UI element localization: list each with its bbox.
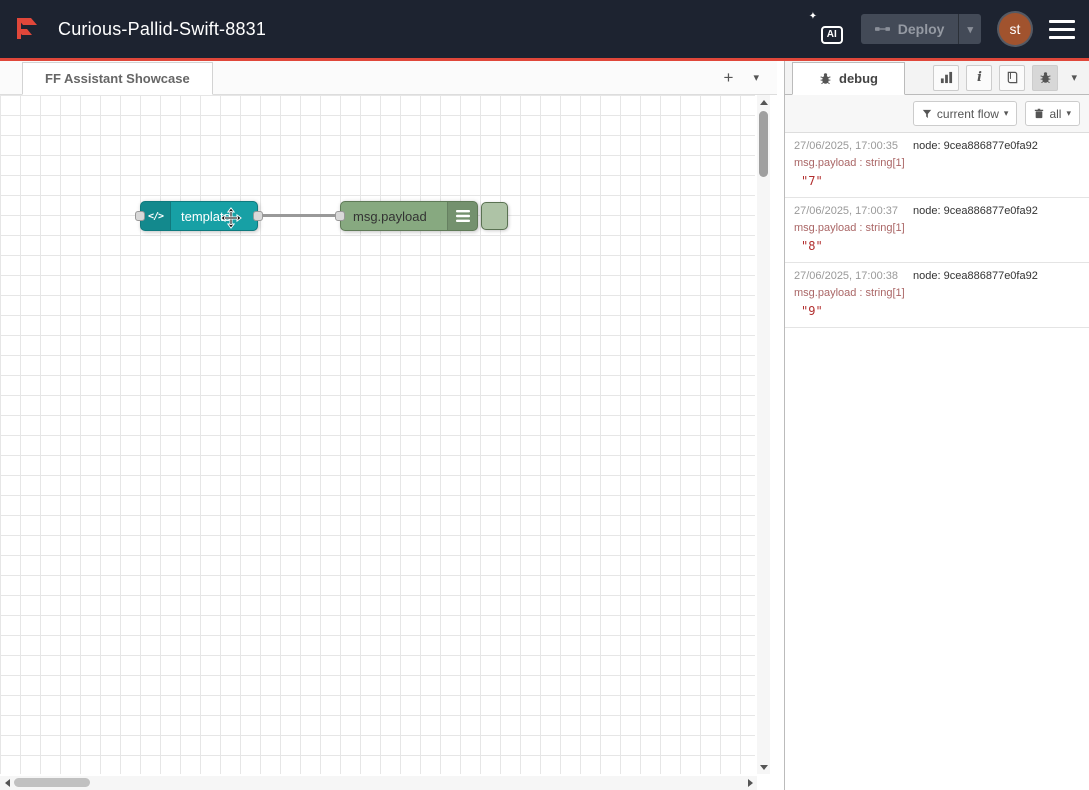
sidebar-tab-help[interactable] xyxy=(999,65,1025,91)
filter-chevron-icon: ▾ xyxy=(1004,108,1009,119)
debug-input-port[interactable] xyxy=(335,211,345,221)
user-avatar[interactable]: st xyxy=(999,13,1031,45)
flowfuse-logo-icon[interactable] xyxy=(14,16,46,42)
deploy-button[interactable]: Deploy ▾ xyxy=(861,14,981,44)
template-node-label: template xyxy=(171,209,241,224)
app-header: Curious-Pallid-Swift-8831 ✦ AI Deploy xyxy=(0,0,1089,58)
debug-node-label: msg.payload xyxy=(341,209,439,224)
message-value: "8" xyxy=(794,239,1080,253)
message-property: msg.payload xyxy=(794,287,856,299)
template-node-iconbox: </> xyxy=(141,202,171,230)
deploy-icon xyxy=(875,21,890,37)
sidebar-tabs-chevron-icon[interactable]: ▾ xyxy=(1065,71,1083,84)
canvas-horizontal-scrollbar[interactable] xyxy=(0,776,757,790)
main-menu-button[interactable] xyxy=(1049,18,1075,41)
flow-list-chevron-icon[interactable]: ▾ xyxy=(753,71,759,84)
deploy-options-chevron-icon[interactable]: ▾ xyxy=(958,14,981,44)
flow-canvas[interactable]: </> template msg.payload xyxy=(0,95,777,790)
message-timestamp: 27/06/2025, 17:00:37 xyxy=(794,205,898,217)
debug-enable-toggle-button[interactable] xyxy=(481,202,508,230)
add-flow-button[interactable]: + xyxy=(724,69,734,86)
wire-template-to-debug[interactable] xyxy=(258,214,340,217)
scroll-down-arrow-icon[interactable] xyxy=(757,760,770,774)
debug-message: 27/06/2025, 17:00:38 node: 9cea886877e0f… xyxy=(785,263,1089,328)
sidebar-splitter[interactable] xyxy=(777,61,784,790)
message-type: string[1] xyxy=(866,222,905,234)
sidebar-tabbar: debug i xyxy=(785,61,1089,95)
sidebar: debug i xyxy=(784,61,1089,790)
debug-message-list[interactable]: 27/06/2025, 17:00:35 node: 9cea886877e0f… xyxy=(785,133,1089,790)
workspace-tab-ff-assistant-showcase[interactable]: FF Assistant Showcase xyxy=(22,62,213,95)
main-area: FF Assistant Showcase + ▾ </> template xyxy=(0,61,1089,790)
debug-clear-button[interactable]: all ▾ xyxy=(1025,101,1080,126)
debug-node[interactable]: msg.payload xyxy=(340,201,478,231)
debug-message: 27/06/2025, 17:00:37 node: 9cea886877e0f… xyxy=(785,198,1089,263)
vertical-scroll-thumb[interactable] xyxy=(759,111,768,177)
message-property: msg.payload xyxy=(794,157,856,169)
debug-toolbar: current flow ▾ all ▾ xyxy=(785,95,1089,133)
sidebar-tab-dashboard[interactable] xyxy=(933,65,959,91)
debug-list-icon xyxy=(456,210,470,222)
header-actions: ✦ AI Deploy ▾ st xyxy=(809,13,1075,45)
scroll-right-arrow-icon[interactable] xyxy=(743,776,757,790)
deploy-label: Deploy xyxy=(898,21,945,37)
sidebar-tab-debug-icon[interactable] xyxy=(1032,65,1058,91)
canvas-vertical-scrollbar[interactable] xyxy=(757,95,770,774)
sparkle-icon: ✦ xyxy=(809,11,817,22)
debug-message: 27/06/2025, 17:00:35 node: 9cea886877e0f… xyxy=(785,133,1089,198)
clear-chevron-icon: ▾ xyxy=(1066,108,1071,119)
debug-node-iconbox xyxy=(447,202,477,230)
message-timestamp: 27/06/2025, 17:00:38 xyxy=(794,270,898,282)
scroll-left-arrow-icon[interactable] xyxy=(0,776,14,790)
message-value: "7" xyxy=(794,174,1080,188)
template-input-port[interactable] xyxy=(135,211,145,221)
bar-chart-icon xyxy=(940,71,953,84)
message-property: msg.payload xyxy=(794,222,856,234)
debug-filter-button[interactable]: current flow ▾ xyxy=(913,101,1018,126)
workspace: FF Assistant Showcase + ▾ </> template xyxy=(0,61,777,790)
instance-title: Curious-Pallid-Swift-8831 xyxy=(58,19,266,40)
canvas-grid[interactable] xyxy=(0,95,755,774)
info-icon: i xyxy=(977,70,982,85)
template-node[interactable]: </> template xyxy=(140,201,258,231)
bug-icon xyxy=(1039,71,1052,84)
ai-assistant-button[interactable]: ✦ AI xyxy=(809,14,843,44)
horizontal-scroll-thumb[interactable] xyxy=(14,778,90,787)
code-icon: </> xyxy=(148,211,163,222)
sidebar-tab-debug[interactable]: debug xyxy=(792,62,905,95)
template-output-port[interactable] xyxy=(253,211,263,221)
sidebar-tab-info[interactable]: i xyxy=(966,65,992,91)
trash-icon xyxy=(1034,108,1044,119)
sidebar-tab-debug-label: debug xyxy=(839,71,878,86)
scroll-up-arrow-icon[interactable] xyxy=(757,95,770,109)
node-red-app: Curious-Pallid-Swift-8831 ✦ AI Deploy xyxy=(0,0,1089,790)
workspace-tabbar: FF Assistant Showcase + ▾ xyxy=(0,61,777,95)
message-type: string[1] xyxy=(866,157,905,169)
ai-icon: AI xyxy=(821,26,843,44)
book-icon xyxy=(1006,71,1019,84)
bug-icon xyxy=(819,72,832,85)
message-source-node: node: 9cea886877e0fa92 xyxy=(913,140,1038,152)
funnel-icon xyxy=(922,109,932,119)
message-value: "9" xyxy=(794,304,1080,318)
message-source-node: node: 9cea886877e0fa92 xyxy=(913,205,1038,217)
message-timestamp: 27/06/2025, 17:00:35 xyxy=(794,140,898,152)
message-type: string[1] xyxy=(866,287,905,299)
message-source-node: node: 9cea886877e0fa92 xyxy=(913,270,1038,282)
